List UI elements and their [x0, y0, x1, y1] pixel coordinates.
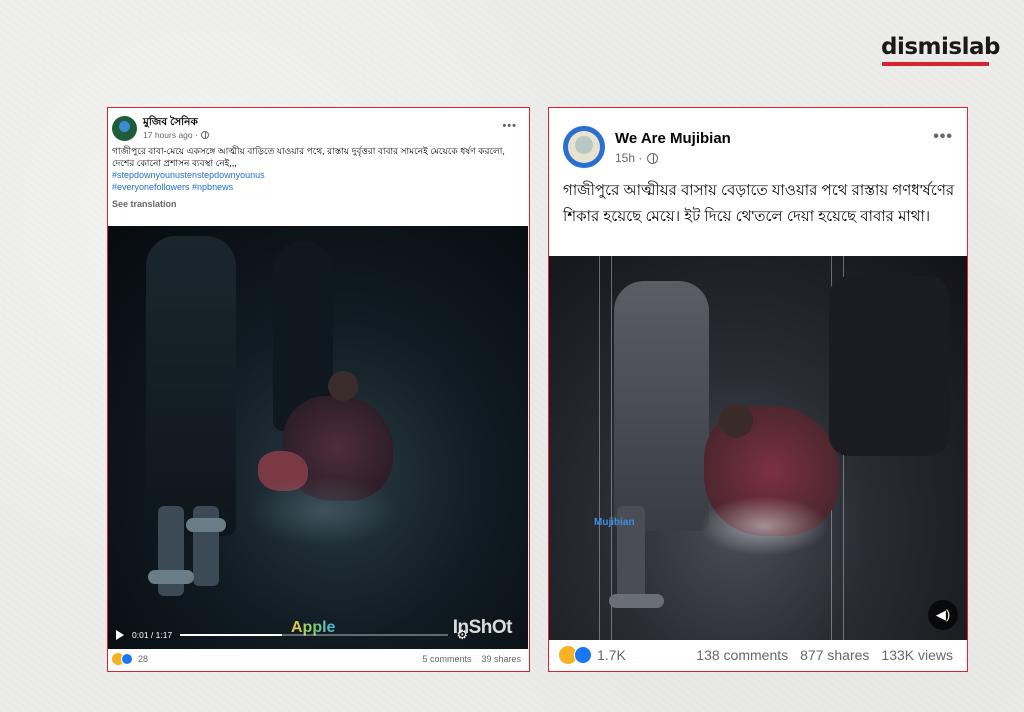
shares-count[interactable]: 39 shares [481, 654, 521, 664]
post-meta: 17 hours ago · [143, 130, 209, 140]
standing-person [146, 236, 236, 536]
post-time[interactable]: 17 hours ago · [143, 130, 198, 140]
post-header: We Are Mujibian 15h · [563, 126, 731, 168]
video-progress-fill [180, 634, 283, 636]
post-header: মুজিব সৈনিক 17 hours ago · [112, 116, 209, 141]
video-player[interactable]: Mujibian ◀) [549, 256, 967, 640]
like-reaction-icon [121, 653, 133, 665]
standing-person [614, 281, 709, 531]
video-time: 0:01 / 1:17 [132, 630, 173, 640]
avatar[interactable] [112, 116, 137, 141]
comments-count[interactable]: 5 comments [422, 654, 471, 664]
dismislab-logo: dismislab [881, 34, 1000, 60]
gear-icon[interactable]: ⚙ [456, 627, 468, 643]
post-text: গাজীপুরে বাবা-মেয়ে একসঙ্গে আত্মীয় বাড়… [112, 145, 522, 210]
more-icon[interactable]: ••• [933, 128, 953, 146]
post-footer: 1.7K 138 comments 877 shares 133K views [549, 639, 967, 671]
reaction-count[interactable]: 1.7K [597, 647, 626, 663]
author-name[interactable]: We Are Mujibian [615, 129, 731, 149]
comments-count[interactable]: 138 comments [696, 647, 788, 663]
post-time[interactable]: 15h · [615, 151, 642, 165]
avatar[interactable] [563, 126, 605, 168]
logo-underline [882, 62, 989, 66]
left-facebook-post: মুজিব সৈনিক 17 hours ago · ••• গাজীপুরে … [107, 107, 530, 672]
author-name[interactable]: মুজিব সৈনিক [143, 116, 209, 129]
shares-count[interactable]: 877 shares [800, 647, 869, 663]
globe-icon [647, 152, 659, 164]
post-body: গাজীপুরে বাবা-মেয়ে একসঙ্গে আত্মীয় বাড়… [112, 146, 505, 168]
post-meta: 15h · [615, 151, 731, 165]
sound-icon[interactable]: ◀) [928, 600, 958, 630]
post-body: গাজীপুরে আত্মীয়র বাসায় বেড়াতে যাওয়ার… [563, 182, 955, 225]
more-icon[interactable]: ••• [502, 120, 517, 132]
reactions[interactable] [112, 653, 133, 665]
video-player[interactable]: Apple InShOt 0:01 / 1:17 ⚙ [108, 226, 528, 649]
like-reaction-icon [574, 646, 592, 664]
hashtag-link[interactable]: #everyonefollowers #npbnews [112, 181, 522, 193]
views-count: 133K views [881, 647, 953, 663]
right-facebook-post: We Are Mujibian 15h · ••• গাজীপুরে আত্মী… [548, 107, 968, 672]
reactions[interactable] [559, 646, 592, 664]
video-progress-bar[interactable] [180, 634, 449, 636]
see-translation-link[interactable]: See translation [112, 198, 522, 210]
post-footer: 28 5 comments 39 shares [108, 647, 529, 671]
reaction-count[interactable]: 28 [138, 654, 148, 664]
video-controls: 0:01 / 1:17 ⚙ [108, 621, 528, 649]
play-icon[interactable] [116, 630, 124, 640]
mujibian-watermark: Mujibian [594, 517, 635, 528]
hashtag-link[interactable]: #stepdownyounustenstepdownyounus [112, 169, 522, 181]
globe-icon [200, 131, 209, 139]
